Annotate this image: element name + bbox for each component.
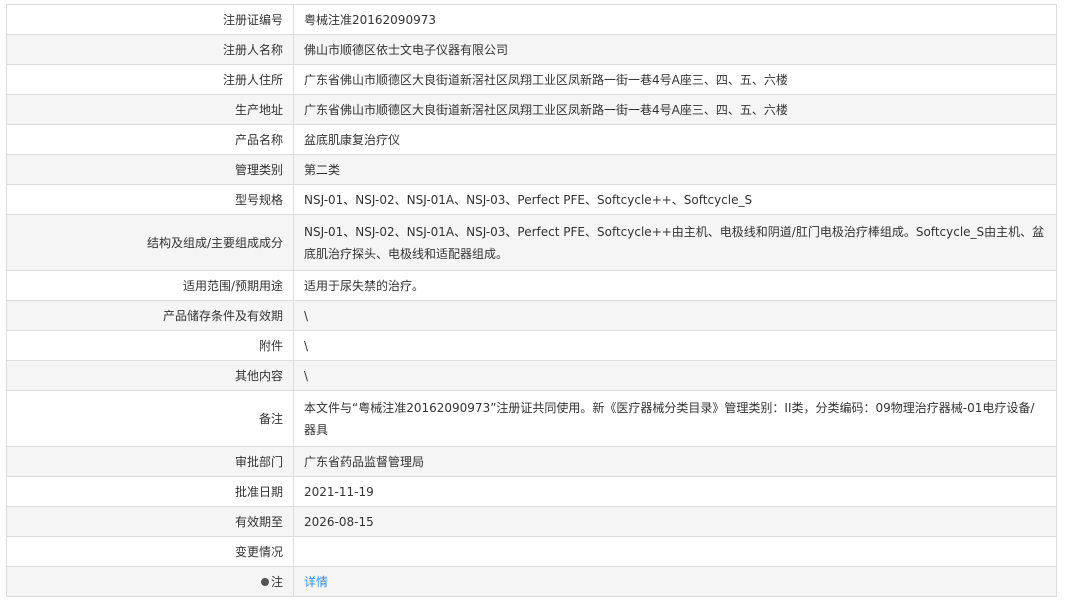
row-value: 盆底肌康复治疗仪	[293, 124, 1057, 155]
table-row: 有效期至 2026-08-15	[6, 506, 1057, 537]
registration-detail-table: 注册证编号 粤械注准20162090973 注册人名称 佛山市顺德区依士文电子仪器有限…	[6, 4, 1057, 597]
pin-icon	[260, 578, 269, 586]
table-row: 产品名称 盆底肌康复治疗仪	[6, 124, 1057, 155]
row-value: 第二类	[293, 154, 1057, 185]
row-label: 型号规格	[6, 184, 294, 215]
table-row: 产品储存条件及有效期 \	[6, 300, 1057, 331]
table-row: 备注 本文件与“粤械注准20162090973”注册证共同使用。新《医疗器械分类目…	[6, 390, 1057, 447]
row-value: 适用于尿失禁的治疗。	[293, 270, 1057, 301]
row-label: 变更情况	[6, 536, 294, 567]
table-row: 结构及组成/主要组成成分 NSJ-01、NSJ-02、NSJ-01A、NSJ-03…	[6, 214, 1057, 271]
note-label: 注	[270, 574, 283, 589]
details-link[interactable]: 详情	[304, 575, 328, 589]
row-label: 注册人住所	[6, 64, 294, 95]
row-value: 佛山市顺德区依士文电子仪器有限公司	[293, 34, 1057, 65]
row-value: \	[293, 300, 1057, 331]
row-label: 备注	[6, 390, 294, 447]
table-row: 审批部门 广东省药品监督管理局	[6, 446, 1057, 477]
row-label: 注	[6, 566, 294, 597]
row-value: NSJ-01、NSJ-02、NSJ-01A、NSJ-03、Perfect PFE…	[293, 184, 1057, 215]
row-label: 生产地址	[6, 94, 294, 125]
table-row: 管理类别 第二类	[6, 154, 1057, 185]
table-row: 适用范围/预期用途 适用于尿失禁的治疗。	[6, 270, 1057, 301]
row-label: 附件	[6, 330, 294, 361]
table-row: 生产地址 广东省佛山市顺德区大良街道新滘社区凤翔工业区凤新路一街一巷4号A座三、四…	[6, 94, 1057, 125]
row-label: 产品储存条件及有效期	[6, 300, 294, 331]
row-value: 广东省佛山市顺德区大良街道新滘社区凤翔工业区凤新路一街一巷4号A座三、四、五、六…	[293, 94, 1057, 125]
row-label: 管理类别	[6, 154, 294, 185]
table-row: 注册证编号 粤械注准20162090973	[6, 4, 1057, 35]
row-label: 审批部门	[6, 446, 294, 477]
row-value: 详情	[293, 566, 1057, 597]
row-label: 适用范围/预期用途	[6, 270, 294, 301]
row-value: \	[293, 360, 1057, 391]
row-value: 2021-11-19	[293, 476, 1057, 507]
row-value: 广东省药品监督管理局	[293, 446, 1057, 477]
row-value: 2026-08-15	[293, 506, 1057, 537]
row-value: NSJ-01、NSJ-02、NSJ-01A、NSJ-03、Perfect PFE…	[293, 214, 1057, 271]
row-label: 结构及组成/主要组成成分	[6, 214, 294, 271]
row-label: 注册人名称	[6, 34, 294, 65]
row-value: 广东省佛山市顺德区大良街道新滘社区凤翔工业区凤新路一街一巷4号A座三、四、五、六…	[293, 64, 1057, 95]
table-row: 附件 \	[6, 330, 1057, 361]
table-row: 型号规格 NSJ-01、NSJ-02、NSJ-01A、NSJ-03、Perfect…	[6, 184, 1057, 215]
table-row: 其他内容 \	[6, 360, 1057, 391]
table-row: 注册人名称 佛山市顺德区依士文电子仪器有限公司	[6, 34, 1057, 65]
table-row: 批准日期 2021-11-19	[6, 476, 1057, 507]
table-row: 注册人住所 广东省佛山市顺德区大良街道新滘社区凤翔工业区凤新路一街一巷4号A座三、…	[6, 64, 1057, 95]
row-value: 粤械注准20162090973	[293, 4, 1057, 35]
row-label: 注册证编号	[6, 4, 294, 35]
row-value: 本文件与“粤械注准20162090973”注册证共同使用。新《医疗器械分类目录》…	[293, 390, 1057, 447]
row-value: \	[293, 330, 1057, 361]
row-label: 产品名称	[6, 124, 294, 155]
row-label: 有效期至	[6, 506, 294, 537]
row-label: 批准日期	[6, 476, 294, 507]
table-row-note: 注 详情	[6, 566, 1057, 597]
table-row: 变更情况	[6, 536, 1057, 567]
row-label: 其他内容	[6, 360, 294, 391]
row-value	[293, 536, 1057, 567]
